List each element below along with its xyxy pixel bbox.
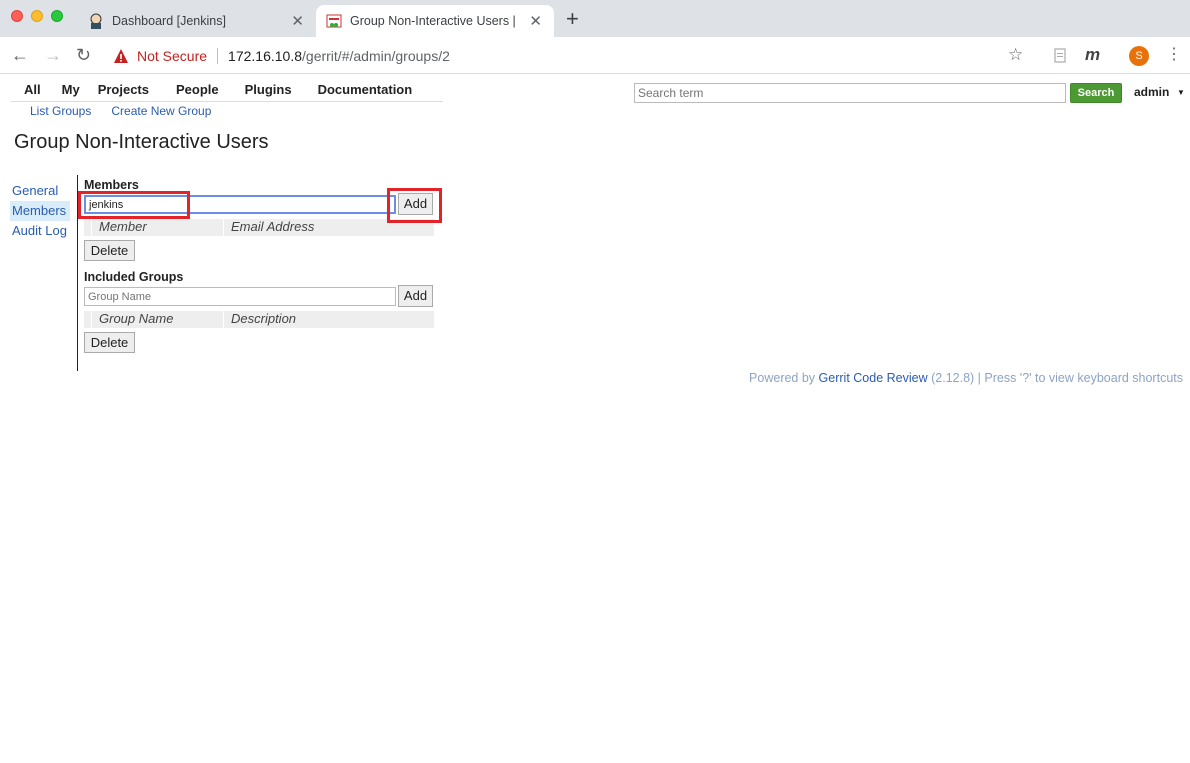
footer: Powered by Gerrit Code Review (2.12.8) |…: [749, 371, 1183, 385]
members-table-header: Member Email Address: [84, 219, 434, 236]
add-group-row: Add: [84, 285, 434, 309]
column-member: Member: [92, 219, 224, 236]
tab-title: Dashboard [Jenkins]: [112, 14, 226, 28]
sidebar-item-general[interactable]: General: [10, 181, 70, 201]
highlight-add-button: [387, 188, 442, 223]
menu-documentation[interactable]: Documentation: [318, 82, 413, 101]
tab-close-icon[interactable]: ✕: [291, 12, 304, 30]
warning-icon: [114, 48, 128, 63]
browser-menu-icon[interactable]: ⋮: [1166, 45, 1182, 65]
delete-groups-button[interactable]: Delete: [84, 332, 135, 353]
reload-icon[interactable]: ↻: [76, 45, 91, 65]
menu-my[interactable]: My: [62, 82, 80, 101]
browser-tab-bar: Dashboard [Jenkins] ✕ Group Non-Interact…: [0, 0, 1190, 37]
footer-suffix: (2.12.8) | Press '?' to view keyboard sh…: [931, 371, 1183, 385]
separator: [217, 47, 219, 64]
url-path: /gerrit/#/admin/groups/2: [302, 47, 450, 64]
delete-members-button[interactable]: Delete: [84, 240, 135, 261]
new-tab-button[interactable]: +: [566, 8, 579, 30]
extension-m-icon[interactable]: m: [1085, 45, 1100, 65]
tab-close-icon[interactable]: ✕: [529, 12, 542, 30]
members-title: Members: [84, 178, 139, 192]
menu-all[interactable]: All: [24, 82, 41, 101]
menu-projects[interactable]: Projects: [98, 82, 149, 101]
bookmark-star-icon[interactable]: ☆: [1008, 45, 1023, 65]
search-button[interactable]: Search: [1070, 83, 1122, 103]
create-new-group-link[interactable]: Create New Group: [111, 104, 211, 118]
close-window-button[interactable]: [11, 10, 23, 22]
page-title: Group Non-Interactive Users: [14, 131, 269, 153]
groups-table-header: Group Name Description: [84, 311, 434, 328]
included-groups-title: Included Groups: [84, 270, 184, 284]
group-name-input[interactable]: [84, 287, 396, 306]
checkbox-column: [84, 219, 92, 236]
browser-toolbar: ← → ↻ Not Secure 172.16.10.8/gerrit/#/ad…: [0, 37, 1190, 74]
menu-people[interactable]: People: [176, 82, 219, 101]
user-menu[interactable]: admin: [1134, 85, 1169, 99]
tab-group-non-interactive-users[interactable]: Group Non-Interactive Users | ✕: [316, 5, 554, 37]
minimize-window-button[interactable]: [31, 10, 43, 22]
group-side-nav: General Members Audit Log: [10, 181, 70, 241]
column-description: Description: [231, 311, 297, 326]
address-bar[interactable]: Not Secure 172.16.10.8/gerrit/#/admin/gr…: [107, 42, 1037, 69]
chevron-down-icon[interactable]: ▼: [1177, 88, 1185, 97]
extension-clipboard-icon[interactable]: [1052, 47, 1068, 63]
menu-plugins[interactable]: Plugins: [245, 82, 292, 101]
top-menu: All My Projects People Plugins Documenta…: [11, 82, 443, 102]
sidebar-item-members[interactable]: Members: [10, 201, 70, 221]
profile-avatar[interactable]: S: [1129, 46, 1149, 66]
gerrit-icon: [326, 14, 342, 28]
list-groups-link[interactable]: List Groups: [30, 104, 91, 118]
gerrit-code-review-link[interactable]: Gerrit Code Review: [819, 371, 928, 385]
gerrit-page: All My Projects People Plugins Documenta…: [0, 74, 1190, 763]
forward-icon[interactable]: →: [44, 45, 62, 65]
maximize-window-button[interactable]: [51, 10, 63, 22]
highlight-member-input: [78, 191, 190, 219]
not-secure-label[interactable]: Not Secure: [137, 48, 207, 64]
tab-title: Group Non-Interactive Users |: [350, 14, 516, 28]
checkbox-column: [84, 311, 92, 328]
add-group-button[interactable]: Add: [398, 285, 433, 307]
sub-menu: List Groups Create New Group: [30, 104, 231, 118]
url-host: 172.16.10.8: [228, 47, 303, 64]
jenkins-icon: [90, 13, 102, 29]
tab-jenkins-dashboard[interactable]: Dashboard [Jenkins] ✕: [80, 5, 316, 37]
sidebar-item-audit-log[interactable]: Audit Log: [10, 221, 70, 241]
column-group-name: Group Name: [92, 311, 224, 328]
search-input[interactable]: [634, 83, 1066, 103]
back-icon[interactable]: ←: [11, 45, 29, 65]
footer-prefix: Powered by: [749, 371, 816, 385]
